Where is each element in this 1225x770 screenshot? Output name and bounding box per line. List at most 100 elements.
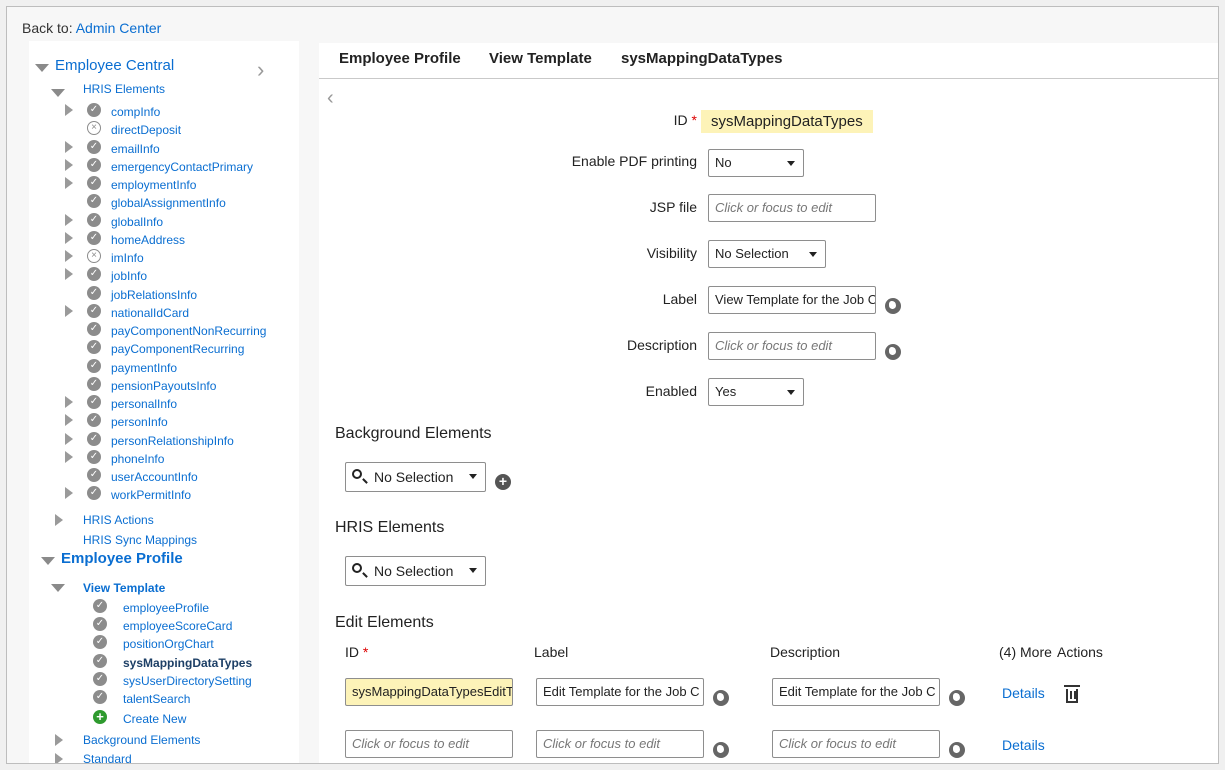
details-link[interactable]: Details	[1002, 737, 1045, 753]
collapse-caret-icon[interactable]	[65, 177, 73, 189]
tree-item-personalInfo[interactable]: personalInfo	[111, 397, 177, 411]
tree-item-jobRelationsInfo[interactable]: jobRelationsInfo	[111, 288, 197, 302]
tree-item-personInfo[interactable]: personInfo	[111, 415, 168, 429]
collapse-caret-icon[interactable]	[65, 433, 73, 445]
expand-caret-icon[interactable]	[41, 557, 55, 565]
breadcrumb-view-template[interactable]: View Template	[489, 50, 592, 67]
collapse-caret-icon[interactable]	[65, 396, 73, 408]
expand-caret-icon[interactable]	[35, 64, 49, 72]
tree-item-sysMappingDataTypes[interactable]: sysMappingDataTypes	[123, 656, 252, 670]
collapse-caret-icon[interactable]	[65, 487, 73, 499]
translate-globe-icon[interactable]	[949, 690, 965, 706]
edit-row-id-input[interactable]: sysMappingDataTypesEditT	[345, 678, 513, 706]
tree-item-emailInfo[interactable]: emailInfo	[111, 142, 160, 156]
collapse-caret-icon[interactable]	[65, 141, 73, 153]
tree-item-employmentInfo[interactable]: employmentInfo	[111, 178, 196, 192]
tree-item-employeeProfile[interactable]: employeeProfile	[123, 601, 209, 615]
tree-item-positionOrgChart[interactable]: positionOrgChart	[123, 637, 214, 651]
tree-create-new[interactable]: Create New	[123, 712, 186, 726]
edit-row-label-input[interactable]: Click or focus to edit	[536, 730, 704, 758]
collapse-caret-icon[interactable]	[65, 104, 73, 116]
dropdown-arrow-icon	[469, 474, 477, 479]
edit-row-description-input[interactable]: Edit Template for the Job C	[772, 678, 940, 706]
tree-view-template[interactable]: View Template	[83, 581, 165, 595]
tree-item-jobInfo[interactable]: jobInfo	[111, 269, 147, 283]
collapse-caret-icon[interactable]	[55, 514, 63, 526]
collapse-caret-icon[interactable]	[65, 232, 73, 244]
tree-item-imInfo[interactable]: imInfo	[111, 251, 144, 265]
collapse-caret-icon[interactable]	[65, 414, 73, 426]
tree-background-elements[interactable]: Background Elements	[83, 733, 200, 747]
tree-hris-elements[interactable]: HRIS Elements	[83, 82, 165, 96]
tree-standard[interactable]: Standard	[83, 752, 132, 763]
jsp-input[interactable]: Click or focus to edit	[708, 194, 876, 222]
tree-item-talentSearch[interactable]: talentSearch	[123, 692, 190, 706]
tree-item-directDeposit[interactable]: directDeposit	[111, 123, 181, 137]
collapse-panel-icon[interactable]: ›	[257, 57, 264, 83]
pdf-select[interactable]: No	[708, 149, 804, 177]
tree-item-globalAssignmentInfo[interactable]: globalAssignmentInfo	[111, 196, 226, 210]
tree-employee-profile[interactable]: Employee Profile	[61, 550, 183, 567]
tree-item-compInfo[interactable]: compInfo	[111, 105, 160, 119]
edit-row-description-input[interactable]: Click or focus to edit	[772, 730, 940, 758]
check-icon: ✓	[93, 599, 107, 613]
add-icon[interactable]: +	[495, 474, 511, 490]
translate-globe-icon[interactable]	[885, 298, 901, 314]
breadcrumb: Employee Profile View Template sysMappin…	[319, 43, 1218, 79]
hris-elements-select[interactable]: No Selection	[345, 556, 486, 586]
edit-row-id-input[interactable]: Click or focus to edit	[345, 730, 513, 758]
expand-caret-icon[interactable]	[51, 584, 65, 592]
tree-item-phoneInfo[interactable]: phoneInfo	[111, 452, 164, 466]
tree-item-sysUserDirectorySetting[interactable]: sysUserDirectorySetting	[123, 674, 252, 688]
background-elements-select[interactable]: No Selection	[345, 462, 486, 492]
back-arrow-icon[interactable]: ‹	[327, 87, 334, 110]
details-link[interactable]: Details	[1002, 685, 1045, 701]
check-icon: ✓	[93, 672, 107, 686]
tree-item-payComponentNonRecurring[interactable]: payComponentNonRecurring	[111, 324, 266, 338]
tree-item-homeAddress[interactable]: homeAddress	[111, 233, 185, 247]
collapse-caret-icon[interactable]	[65, 159, 73, 171]
collapse-caret-icon[interactable]	[65, 305, 73, 317]
admin-center-link[interactable]: Admin Center	[76, 20, 162, 36]
collapse-caret-icon[interactable]	[65, 268, 73, 280]
translate-globe-icon[interactable]	[949, 742, 965, 758]
tree-item-payComponentRecurring[interactable]: payComponentRecurring	[111, 342, 244, 356]
collapse-caret-icon[interactable]	[65, 214, 73, 226]
column-header-label: Label	[534, 644, 569, 660]
tree-item-pensionPayoutsInfo[interactable]: pensionPayoutsInfo	[111, 379, 216, 393]
tree-item-globalInfo[interactable]: globalInfo	[111, 215, 163, 229]
check-icon: ✓	[87, 432, 101, 446]
tree-employee-central[interactable]: Employee Central	[55, 57, 174, 74]
tree-item-userAccountInfo[interactable]: userAccountInfo	[111, 470, 198, 484]
pdf-select-value: No	[715, 155, 732, 170]
column-header-more[interactable]: (4) More	[999, 644, 1052, 660]
translate-globe-icon[interactable]	[713, 742, 729, 758]
translate-globe-icon[interactable]	[885, 344, 901, 360]
tree-item-workPermitInfo[interactable]: workPermitInfo	[111, 488, 191, 502]
expand-caret-icon[interactable]	[51, 89, 65, 97]
excluded-icon: ×	[87, 121, 101, 135]
tree-item-paymentInfo[interactable]: paymentInfo	[111, 361, 177, 375]
tree-item-nationalIdCard[interactable]: nationalIdCard	[111, 306, 189, 320]
tree-item-personRelationshipInfo[interactable]: personRelationshipInfo	[111, 434, 234, 448]
check-icon: ✓	[87, 194, 101, 208]
edit-row-label-input[interactable]: Edit Template for the Job C	[536, 678, 704, 706]
collapse-caret-icon[interactable]	[55, 753, 63, 763]
tree-hris-actions[interactable]: HRIS Actions	[83, 513, 154, 527]
collapse-caret-icon[interactable]	[65, 250, 73, 262]
tree-item-employeeScoreCard[interactable]: employeeScoreCard	[123, 619, 232, 633]
tree-hris-sync-mappings[interactable]: HRIS Sync Mappings	[83, 533, 197, 547]
collapse-caret-icon[interactable]	[55, 734, 63, 746]
description-input[interactable]: Click or focus to edit	[708, 332, 876, 360]
breadcrumb-employee-profile[interactable]: Employee Profile	[339, 50, 461, 67]
visibility-select[interactable]: No Selection	[708, 240, 826, 268]
translate-globe-icon[interactable]	[713, 690, 729, 706]
tree-item-emergencyContactPrimary[interactable]: emergencyContactPrimary	[111, 160, 253, 174]
label-input[interactable]: View Template for the Job C	[708, 286, 876, 314]
check-icon: ✓	[87, 322, 101, 336]
collapse-caret-icon[interactable]	[65, 451, 73, 463]
delete-trash-icon[interactable]	[1064, 685, 1080, 703]
create-new-icon[interactable]: +	[93, 710, 107, 724]
enabled-select[interactable]: Yes	[708, 378, 804, 406]
check-icon: ✓	[93, 690, 107, 704]
